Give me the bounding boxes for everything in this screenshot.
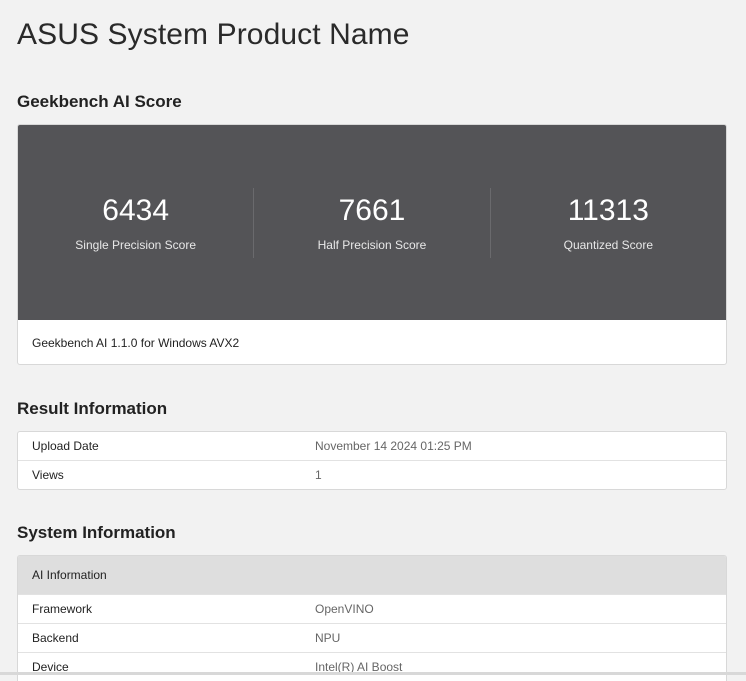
score-panel: 6434 Single Precision Score 7661 Half Pr…: [18, 125, 726, 320]
score-value: 7661: [338, 193, 406, 227]
score-label: Half Precision Score: [317, 237, 427, 252]
row-value: OpenVINO: [315, 602, 374, 616]
table-row: Device Intel(R) AI Boost: [18, 652, 726, 681]
row-value: NPU: [315, 631, 341, 645]
quantized-score: 11313 Quantized Score: [489, 187, 726, 258]
score-value: 6434: [102, 193, 170, 227]
row-key: Views: [32, 468, 64, 482]
table-row: Backend NPU: [18, 623, 726, 652]
score-value: 11313: [567, 193, 649, 227]
row-key: Upload Date: [32, 439, 99, 453]
page-title: ASUS System Product Name: [17, 18, 410, 51]
table-row: Framework OpenVINO: [18, 594, 726, 623]
row-value: 1: [315, 468, 322, 482]
system-information-heading: System Information: [17, 523, 176, 542]
table-row: Upload Date November 14 2024 01:25 PM: [18, 432, 726, 460]
row-key: Framework: [32, 602, 93, 616]
row-value: November 14 2024 01:25 PM: [315, 439, 472, 453]
single-precision-score: 6434 Single Precision Score: [18, 188, 253, 258]
result-information-heading: Result Information: [17, 399, 168, 418]
ai-information-group-header: AI Information: [18, 556, 726, 594]
score-label: Single Precision Score: [75, 237, 197, 252]
score-section-heading: Geekbench AI Score: [17, 92, 182, 111]
score-card: 6434 Single Precision Score 7661 Half Pr…: [17, 124, 727, 365]
row-key: Backend: [32, 631, 79, 645]
system-information-table: AI Information Framework OpenVINO Backen…: [17, 555, 727, 681]
score-label: Quantized Score: [563, 237, 654, 252]
table-row: Views 1: [18, 460, 726, 489]
result-information-table: Upload Date November 14 2024 01:25 PM Vi…: [17, 431, 727, 490]
half-precision-score: 7661 Half Precision Score: [253, 187, 489, 258]
benchmark-version: Geekbench AI 1.1.0 for Windows AVX2: [32, 336, 240, 350]
